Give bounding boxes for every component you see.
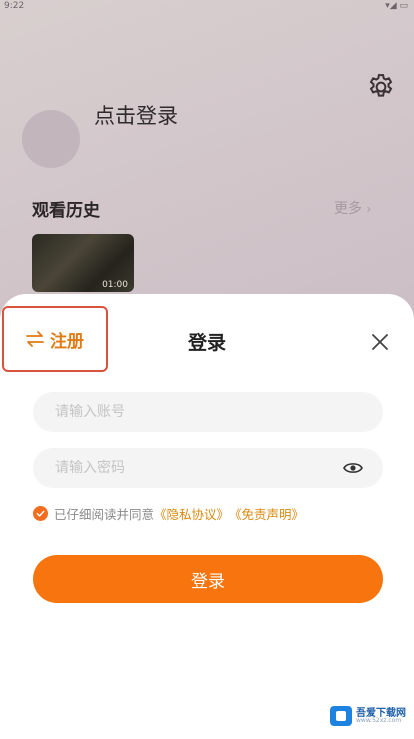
login-button[interactable]: 登录: [33, 555, 383, 603]
account-input[interactable]: [33, 392, 355, 432]
site-watermark: 吾爱下载网 www.52xz.com: [330, 704, 410, 728]
disclaimer-link[interactable]: 《免责声明》: [229, 504, 304, 523]
login-prompt[interactable]: 点击登录: [94, 100, 178, 130]
history-more-label: 更多: [334, 201, 362, 217]
chevron-right-icon: ›: [366, 202, 372, 216]
agreement-text: 已仔细阅读并同意: [54, 506, 155, 522]
history-more-link[interactable]: 更多 ›: [334, 198, 371, 218]
check-icon: [36, 510, 45, 517]
gear-icon[interactable]: [366, 72, 396, 102]
password-input[interactable]: [33, 448, 355, 488]
history-thumbnail[interactable]: 01:00: [32, 234, 134, 292]
status-indicators: ▾◢ ▭: [385, 1, 408, 11]
watermark-logo-icon: [330, 706, 352, 726]
watch-history-title: 观看历史: [32, 201, 100, 221]
video-duration: 01:00: [102, 280, 128, 290]
agreement-checkbox[interactable]: [33, 505, 48, 521]
agreement-row: 已仔细阅读并同意 《隐私协议》 《免责声明》: [33, 503, 304, 523]
avatar[interactable]: [22, 110, 80, 168]
password-field-container: [33, 448, 383, 488]
close-icon[interactable]: [370, 332, 390, 352]
eye-icon[interactable]: [343, 460, 363, 476]
privacy-policy-link[interactable]: 《隐私协议》: [154, 504, 229, 523]
watermark-domain: www.52xz.com: [356, 717, 402, 724]
login-sheet: 注册 登录 已仔细阅读并同意 《隐私协议》 《免责声明》 登录 吾爱下载网 ww…: [0, 294, 414, 739]
sheet-title: 登录: [187, 332, 226, 354]
status-bar: 9:22 ▾◢ ▭: [0, 0, 414, 14]
status-time: 9:22: [4, 1, 25, 11]
account-field-container: [33, 392, 383, 432]
